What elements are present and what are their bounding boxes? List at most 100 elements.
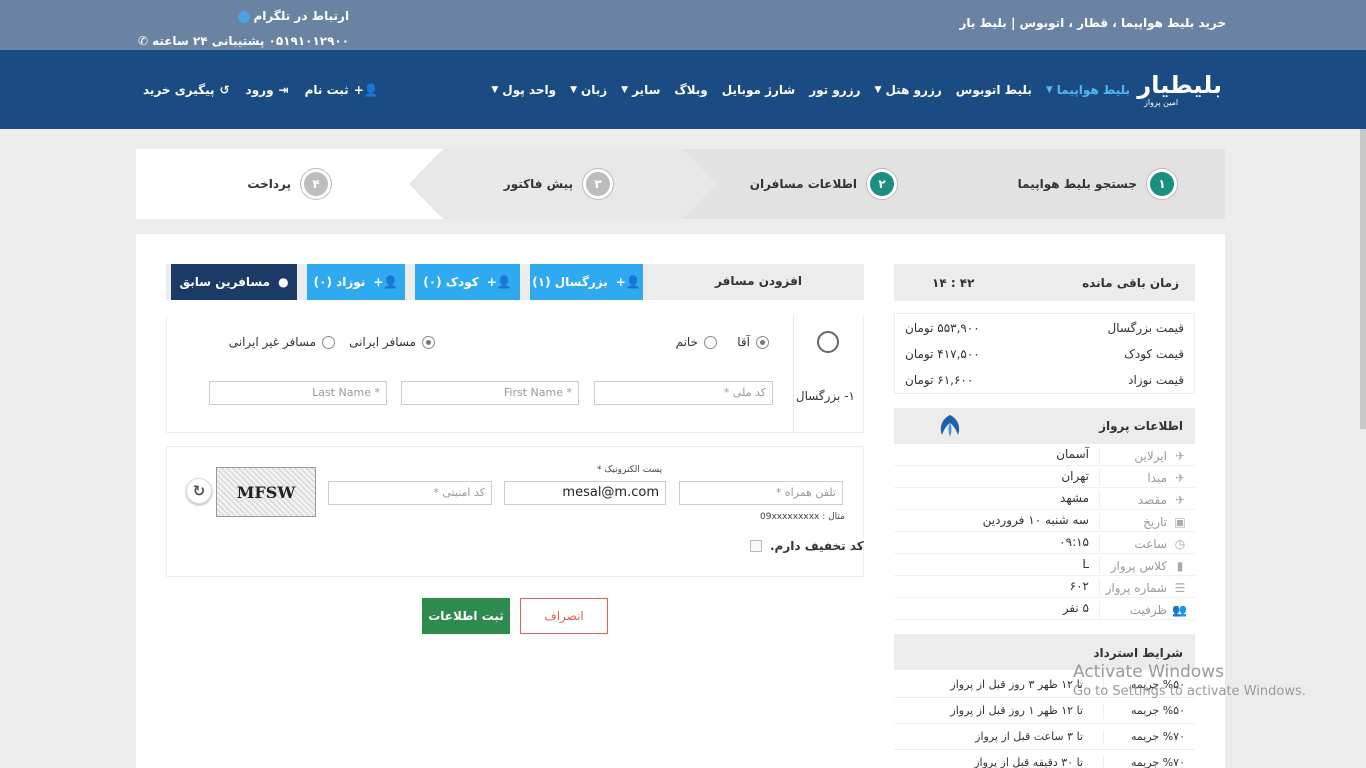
- progress-steps: ۱ جستجو بلیط هواپیما ۲ اطلاعات مسافران ۳…: [136, 149, 1225, 219]
- landing-icon: ✈: [1174, 492, 1186, 507]
- people-icon: 👥: [1172, 602, 1187, 617]
- phone-example: مثال : 09xxxxxxxxx: [760, 512, 845, 522]
- user-menu: 👤+ ثبت نام ⇥ ورود ↺ پیگیری خرید: [143, 83, 379, 97]
- nav-menu: بلیط هواپیما ▼ بلیط اتوبوس رزرو هتل ▼ رزرو…: [491, 83, 1130, 97]
- site-title: خرید بلیط هواپیما ، قطار ، اتوبوس | بلیط…: [959, 16, 1226, 30]
- nav-item-hotel[interactable]: رزرو هتل ▼: [875, 83, 942, 97]
- price-row-child: قیمت کودک ۴۱۷,۵۰۰ تومان: [905, 347, 1184, 361]
- clock-icon: ◷: [1174, 536, 1186, 551]
- nav-item-currency[interactable]: واحد پول ▼: [491, 83, 556, 97]
- passenger-side: ۱- بزرگسال: [793, 315, 863, 433]
- mobile-field[interactable]: تلفن همراه *: [679, 481, 843, 505]
- last-name-field[interactable]: Last Name *: [209, 381, 387, 405]
- top-strip: خرید بلیط هواپیما ، قطار ، اتوبوس | بلیط…: [0, 0, 1366, 50]
- info-row-airline: ✈ ایرلاین آسمان: [894, 444, 1195, 466]
- step-number: ۴: [301, 169, 331, 199]
- nav-item-flight[interactable]: بلیط هواپیما ▼: [1046, 83, 1130, 97]
- cancel-button[interactable]: انصراف: [520, 598, 608, 634]
- step-passengers[interactable]: ۲ اطلاعات مسافران: [750, 149, 897, 219]
- page-scrollbar[interactable]: [1360, 129, 1366, 429]
- nav-item-bus[interactable]: بلیط اتوبوس: [956, 83, 1032, 97]
- telegram-label: ارتباط در تلگرام: [253, 9, 350, 23]
- flight-number-icon: ☰: [1174, 580, 1186, 595]
- discount-label: کد تخفیف دارم.: [770, 539, 864, 553]
- add-adult-button[interactable]: 👤+ بزرگسال (۱): [530, 264, 643, 300]
- price-row-adult: قیمت بزرگسال ۵۵۳,۹۰۰ تومان: [905, 321, 1184, 335]
- chevron-down-icon: ▼: [570, 85, 577, 95]
- email-field[interactable]: mesal@m.com: [504, 481, 666, 505]
- discount-checkbox[interactable]: کد تخفیف دارم.: [750, 539, 864, 553]
- history-icon: ↺: [219, 83, 230, 97]
- info-row-date: ▣ تاریخ سه شنبه ۱۰ فروردین: [894, 510, 1195, 532]
- add-infant-button[interactable]: 👤+ نوزاد (۰): [307, 264, 405, 300]
- logo[interactable]: بلیطیار امین پرواز: [1137, 71, 1223, 108]
- info-row-capacity: 👥 ظرفیت ۵ نفر: [894, 598, 1195, 620]
- telegram-link[interactable]: ارتباط در تلگرام: [138, 4, 349, 29]
- nav-item-tour[interactable]: رزرو تور: [809, 83, 860, 97]
- info-row-flight-number: ☰ شماره پرواز ۶۰۲: [894, 576, 1195, 598]
- airline-logo: [940, 415, 960, 437]
- user-circle-icon: ●: [278, 275, 289, 289]
- add-passenger-title: افزودن مسافر: [715, 274, 802, 288]
- refund-title: شرایط استرداد: [1093, 646, 1183, 660]
- nav-item-mobile-charge[interactable]: شارژ موبایل: [722, 83, 795, 97]
- submit-button[interactable]: ثبت اطلاعات: [422, 598, 510, 634]
- main-navbar: بلیطیار امین پرواز بلیط هواپیما ▼ بلیط ات…: [0, 50, 1366, 129]
- email-label: پست الکترونیک *: [597, 465, 663, 475]
- info-row-class: ▮ کلاس پرواز L: [894, 554, 1195, 576]
- iranian-option[interactable]: مسافر ایرانی: [349, 335, 435, 349]
- calendar-icon: ▣: [1174, 514, 1186, 529]
- step-payment: ۴ پرداخت: [247, 149, 331, 219]
- previous-passengers-button[interactable]: ● مسافرین سابق: [171, 264, 297, 300]
- telegram-icon: [237, 10, 250, 23]
- passenger-card: ۱- بزرگسال آقا خانم مسافر ایرانی مسافر غ…: [166, 315, 864, 433]
- checkbox-icon[interactable]: [750, 540, 762, 552]
- plane-icon: ✈: [1174, 448, 1186, 463]
- logo-text: بلیطیار: [1137, 71, 1223, 99]
- refund-row: %۵۰ جریمه تا ۱۲ ظهر ۱ روز قبل از پرواز: [894, 698, 1195, 724]
- seat-class-icon: ▮: [1176, 558, 1184, 573]
- step-number: ۳: [583, 169, 613, 199]
- radio-icon[interactable]: [322, 335, 335, 349]
- captcha-image: MFSW: [216, 467, 316, 517]
- nav-item-other[interactable]: سایر ▼: [621, 83, 660, 97]
- track-order-link[interactable]: ↺ پیگیری خرید: [143, 83, 230, 97]
- takeoff-icon: ✈: [1174, 470, 1186, 485]
- step-label: جستجو بلیط هواپیما: [1017, 177, 1137, 191]
- logo-tagline: امین پرواز: [1144, 98, 1179, 107]
- step-label: اطلاعات مسافران: [749, 177, 857, 191]
- timer-value: ۱۴ : ۴۲: [932, 276, 975, 290]
- refund-row: %۷۰ جریمه تا ۳ ساعت قبل از پرواز: [894, 724, 1195, 750]
- gender-female-option[interactable]: خانم: [676, 335, 717, 349]
- first-name-field[interactable]: First Name *: [401, 381, 579, 405]
- avatar-icon: [817, 331, 839, 353]
- radio-icon[interactable]: [704, 335, 717, 349]
- gender-male-option[interactable]: آقا: [737, 335, 769, 349]
- step-number: ۱: [1147, 169, 1177, 199]
- step-search[interactable]: ۱ جستجو بلیط هواپیما: [1018, 149, 1177, 219]
- security-code-field[interactable]: کد امنیتی *: [328, 481, 492, 505]
- chevron-down-icon: ▼: [621, 85, 629, 95]
- nav-item-blog[interactable]: وبلاگ: [674, 83, 707, 97]
- national-id-field[interactable]: کد ملی *: [594, 381, 773, 405]
- refund-row: %۷۰ جریمه تا ۳۰ دقیقه قبل از پرواز: [894, 750, 1195, 768]
- refresh-captcha-icon[interactable]: ↻: [186, 478, 212, 504]
- radio-icon[interactable]: [422, 335, 435, 349]
- step-number: ۲: [867, 169, 897, 199]
- radio-icon[interactable]: [756, 335, 769, 349]
- non-iranian-option[interactable]: مسافر غیر ایرانی: [229, 335, 335, 349]
- info-row-origin: ✈ مبدا تهران: [894, 466, 1195, 488]
- info-row-time: ◷ ساعت ۰۹:۱۵: [894, 532, 1195, 554]
- price-row-infant: قیمت نوزاد ۶۱,۶۰۰ تومان: [905, 373, 1184, 387]
- info-row-destination: ✈ مقصد مشهد: [894, 488, 1195, 510]
- step-label: پرداخت: [247, 177, 291, 191]
- add-child-button[interactable]: 👤+ کودک (۰): [415, 264, 520, 300]
- add-user-icon: 👤+: [615, 275, 641, 289]
- register-link[interactable]: 👤+ ثبت نام: [305, 83, 379, 97]
- add-user-icon: 👤+: [353, 83, 379, 97]
- nav-item-language[interactable]: زبان ▼: [570, 83, 607, 97]
- login-link[interactable]: ⇥ ورود: [246, 83, 289, 97]
- chevron-down-icon: ▼: [874, 85, 882, 95]
- timer-header: زمان باقی مانده ۱۴ : ۴۲: [894, 264, 1195, 301]
- windows-activation-watermark: Activate Windows Go to Settings to activ…: [1073, 662, 1306, 699]
